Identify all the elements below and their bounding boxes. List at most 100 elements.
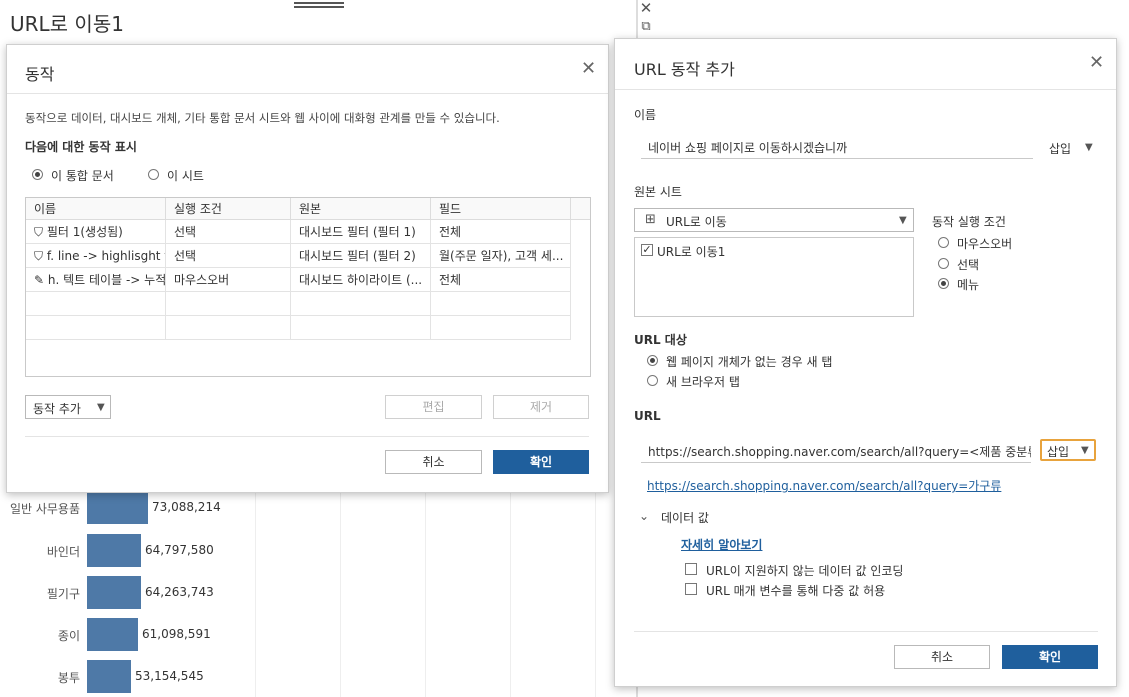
edit-button[interactable]: 편집 xyxy=(385,395,482,419)
drag-handle[interactable] xyxy=(294,0,344,8)
popout-icon[interactable]: ⧉ xyxy=(638,19,654,35)
source-sheet-label: 원본 시트 xyxy=(634,185,682,199)
close-icon[interactable]: ✕ xyxy=(1089,52,1104,73)
row-name: 필터 1(생성됨) xyxy=(46,225,123,239)
cancel-button[interactable]: 취소 xyxy=(894,645,990,669)
radio-label: 웹 페이지 개체가 없는 경우 새 탭 xyxy=(666,355,833,369)
dialog-title: URL 동작 추가 xyxy=(634,60,735,79)
ok-button[interactable]: 확인 xyxy=(1002,645,1098,669)
table-row[interactable]: ✎ h. 텍트 테이블 -> 누적 마우스오버 대시보드 하이라이트 (... … xyxy=(26,268,571,292)
bar[interactable] xyxy=(87,618,138,651)
data-values-toggle[interactable]: ⌄ 데이터 값 xyxy=(639,508,759,526)
row-field: 전체 xyxy=(431,268,571,292)
add-action-dropdown[interactable]: 동작 추가 ▼ xyxy=(25,395,111,419)
radio-icon[interactable] xyxy=(938,237,949,248)
url-value: https://search.shopping.naver.com/search… xyxy=(648,445,1031,459)
dialog-title: 동작 xyxy=(25,65,55,84)
radio-icon[interactable] xyxy=(938,258,949,269)
url-label: URL xyxy=(634,409,661,423)
row-condition: 선택 xyxy=(166,220,291,244)
row-name: f. line -> highlisght ta xyxy=(46,249,166,263)
column-header-source[interactable]: 원본 xyxy=(291,198,431,220)
highlight-icon: ✎ xyxy=(34,273,45,287)
dashboard-icon: ⊞ xyxy=(645,212,656,227)
row-name-cell: ⛉ f. line -> highlisght ta xyxy=(26,244,166,268)
radio-icon[interactable] xyxy=(938,278,949,289)
bar-label: 필기구 xyxy=(46,587,80,601)
checkbox-icon[interactable] xyxy=(685,583,697,595)
name-label: 이름 xyxy=(634,108,657,122)
source-sheet-dropdown[interactable]: ⊞ URL로 이동 ▼ xyxy=(634,208,914,232)
bar[interactable] xyxy=(87,534,141,567)
bar-value: 64,797,580 xyxy=(145,543,214,557)
row-name-cell: ⛉ 필터 1(생성됨) xyxy=(26,220,166,244)
row-name: h. 텍트 테이블 -> 누적 xyxy=(47,273,166,287)
table-row[interactable]: ⛉ 필터 1(생성됨) 선택 대시보드 필터 (필터 1) 전체 xyxy=(26,220,571,244)
bar[interactable] xyxy=(87,576,141,609)
bar-label: 종이 xyxy=(57,629,80,643)
checkbox-checked-icon[interactable]: ✓ xyxy=(641,244,653,256)
option-multi-values[interactable]: URL 매개 변수를 통해 다중 값 허용 xyxy=(685,582,985,600)
url-preview-link[interactable]: https://search.shopping.naver.com/search… xyxy=(647,477,1001,494)
bar[interactable] xyxy=(87,491,148,524)
radio-label: 새 브라우저 탭 xyxy=(666,375,740,389)
row-field: 전체 xyxy=(431,220,571,244)
bar-label: 봉투 xyxy=(57,671,80,685)
name-input[interactable]: 네이버 쇼핑 페이지로 이동하시겠습니까 xyxy=(641,139,1033,159)
chevron-down-icon: ▼ xyxy=(1085,142,1093,153)
chevron-down-icon: ▼ xyxy=(1081,445,1089,456)
radio-icon[interactable] xyxy=(32,169,43,180)
url-input[interactable]: https://search.shopping.naver.com/search… xyxy=(641,443,1031,463)
table-row[interactable]: ⛉ f. line -> highlisght ta 선택 대시보드 필터 (필… xyxy=(26,244,571,268)
option-encode-values[interactable]: URL이 지원하지 않는 데이터 값 인코딩 xyxy=(685,562,985,580)
ok-button[interactable]: 확인 xyxy=(493,450,589,474)
empty-row xyxy=(26,292,571,316)
learn-more-link[interactable]: 자세히 알아보기 xyxy=(681,536,762,553)
filter-icon: ⛉ xyxy=(34,225,44,239)
sheet-item-label: URL로 이동1 xyxy=(657,245,726,259)
name-insert-dropdown[interactable]: 삽입 ▼ xyxy=(1047,139,1097,157)
bar-value: 61,098,591 xyxy=(142,627,211,641)
chevron-down-icon: ⌄ xyxy=(639,509,650,523)
row-field: 월(주문 일자), 고객 세... xyxy=(431,244,571,268)
option-label: URL 매개 변수를 통해 다중 값 허용 xyxy=(706,584,886,598)
radio-icon[interactable] xyxy=(647,375,658,386)
radio-icon[interactable] xyxy=(148,169,159,180)
column-header-name[interactable]: 이름 xyxy=(26,198,166,220)
url-target-label: URL 대상 xyxy=(634,333,687,347)
bar-value: 53,154,545 xyxy=(135,669,204,683)
column-header-field[interactable]: 필드 xyxy=(431,198,571,220)
row-name-cell: ✎ h. 텍트 테이블 -> 누적 xyxy=(26,268,166,292)
url-insert-dropdown[interactable]: 삽입 ▼ xyxy=(1040,439,1096,461)
option-label: URL이 지원하지 않는 데이터 값 인코딩 xyxy=(706,564,904,578)
bar-label: 바인더 xyxy=(46,545,80,559)
remove-button[interactable]: 제거 xyxy=(493,395,589,419)
row-source: 대시보드 필터 (필터 1) xyxy=(291,220,431,244)
divider xyxy=(25,436,589,437)
divider xyxy=(615,89,1116,90)
radio-icon[interactable] xyxy=(647,355,658,366)
filter-icon: ⛉ xyxy=(34,249,44,263)
insert-label: 삽입 xyxy=(1047,445,1070,459)
close-icon[interactable]: ✕ xyxy=(638,0,654,16)
close-icon[interactable]: ✕ xyxy=(581,58,596,79)
chevron-down-icon: ▼ xyxy=(97,402,105,413)
column-header-condition[interactable]: 실행 조건 xyxy=(166,198,291,220)
bar[interactable] xyxy=(87,660,131,693)
row-condition: 선택 xyxy=(166,244,291,268)
radio-label: 마우스오버 xyxy=(957,237,1013,251)
divider xyxy=(634,631,1098,632)
grid-line xyxy=(340,470,341,697)
insert-label: 삽입 xyxy=(1049,142,1072,156)
name-value: 네이버 쇼핑 페이지로 이동하시겠습니까 xyxy=(648,141,848,155)
checkbox-icon[interactable] xyxy=(685,563,697,575)
sheet-list: ✓ URL로 이동1 xyxy=(634,237,914,317)
divider xyxy=(7,93,608,94)
data-values-label: 데이터 값 xyxy=(661,511,709,525)
cancel-button[interactable]: 취소 xyxy=(385,450,482,474)
worksheet-title: URL로 이동1 xyxy=(10,12,124,36)
radio-label: 이 통합 문서 xyxy=(51,169,114,183)
bar-label: 일반 사무용품 xyxy=(9,502,80,516)
run-on-label: 동작 실행 조건 xyxy=(932,215,1006,229)
sheet-list-item[interactable]: ✓ URL로 이동1 xyxy=(641,242,901,260)
